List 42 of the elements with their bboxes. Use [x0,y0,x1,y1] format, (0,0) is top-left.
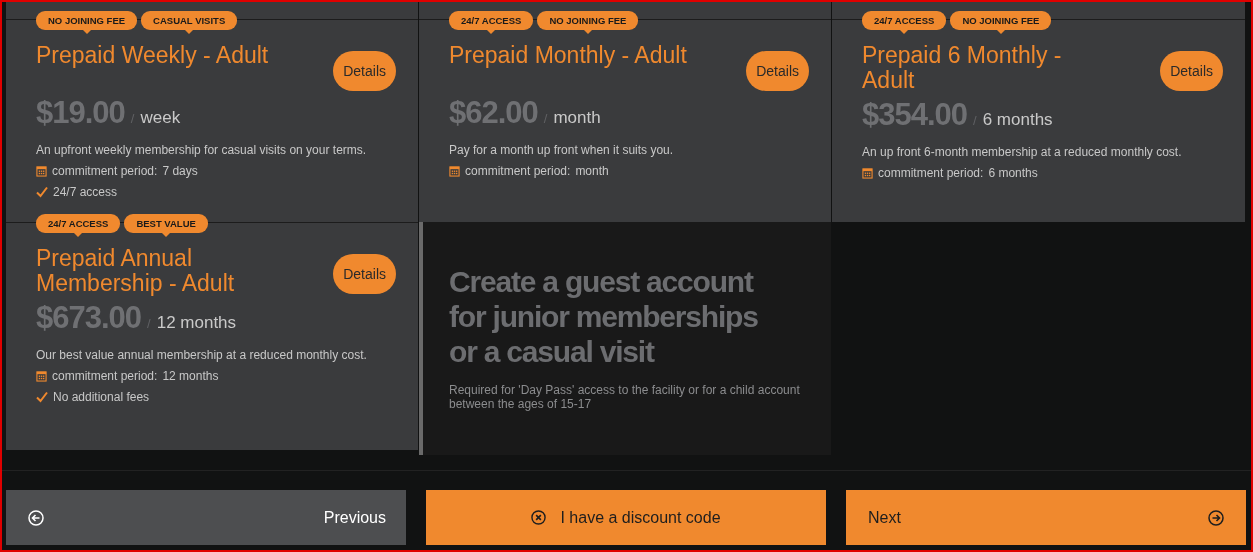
details-button[interactable]: Details [1160,51,1223,91]
previous-button[interactable]: Previous [6,490,406,545]
plan-description: An up front 6-month membership at a reduced monthly cost. [862,145,1183,159]
discount-code-button[interactable]: I have a discount code [426,490,826,545]
price-separator: / [973,113,977,128]
guest-description: Required for 'Day Pass' access to the facility or for a child account between the ages of 15-17 [449,383,801,411]
feature-value: 12 months [162,369,219,383]
plan-period: 6 months [982,110,1053,130]
next-button[interactable]: Next [846,490,1246,545]
price-separator: / [147,316,151,331]
details-button[interactable]: Details [333,254,396,294]
plan-period: month [553,108,601,128]
calendar-icon [862,167,873,179]
guest-title: Create a guest account for junior memberships or a casual visit [449,264,759,369]
price-separator: / [543,111,548,126]
plan-title: Prepaid Annual Membership - Adult [36,246,236,296]
feature-value: 6 months [988,166,1038,180]
feature-label: commitment period: [52,164,158,178]
plan-title: Prepaid Weekly - Adult [36,43,269,68]
feature-label: 24/7 access [53,185,118,199]
feature-value: 7 days [162,164,198,178]
price-separator: / [130,111,135,126]
calendar-icon [449,165,460,177]
feature-label: commitment period: [465,164,571,178]
calendar-icon [36,165,47,177]
close-circle-icon [531,510,547,525]
details-button[interactable]: Details [746,51,809,91]
plan-title: Prepaid Monthly - Adult [449,43,687,68]
feature-value: month [575,164,609,178]
details-button[interactable]: Details [333,51,396,91]
checkmark-icon [36,186,48,198]
feature-label: commitment period: [878,166,984,180]
plan-description: Pay for a month up front when it suits you. [449,143,675,157]
plan-description: Our best value annual membership at a reduced monthly cost. [36,348,368,362]
checkmark-icon [36,391,48,403]
plan-title: Prepaid 6 Monthly - Adult [862,43,1063,93]
calendar-icon [36,370,47,382]
plan-period: week [140,108,181,128]
feature-label: commitment period: [52,369,158,383]
plan-period: 12 months [156,313,237,333]
plan-description: An upfront weekly membership for casual visits on your terms. [36,143,368,157]
feature-label: No additional fees [53,390,150,404]
